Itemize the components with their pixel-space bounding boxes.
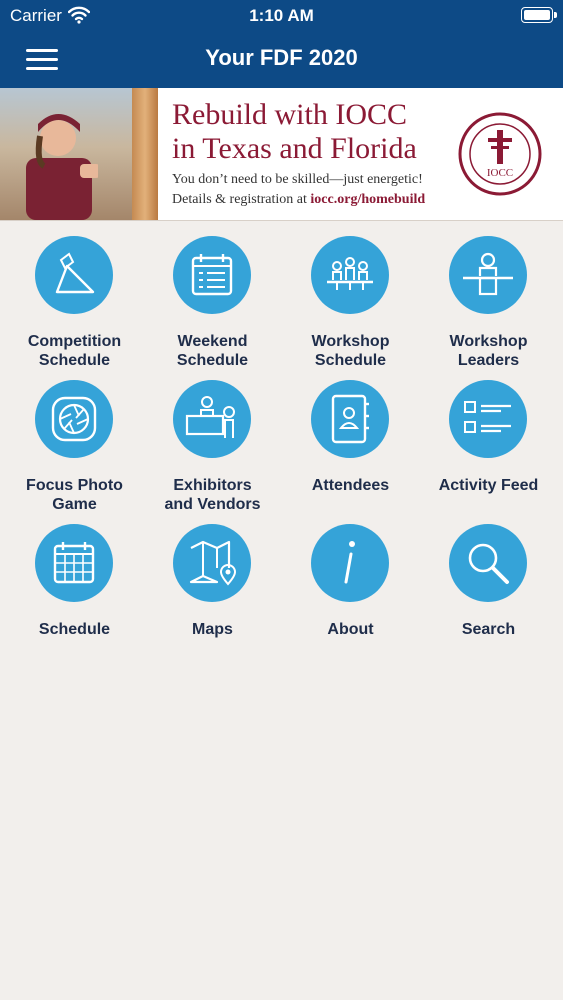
volunteer-figure (26, 114, 98, 220)
tile-label: Maps (192, 621, 233, 638)
iocc-seal-logo: IOCC (458, 112, 542, 196)
nav-bar: Your FDF 2020 (0, 34, 563, 88)
tile-competition-schedule[interactable]: Competition Schedule (6, 220, 143, 369)
tile-workshop-leaders[interactable]: Workshop Leaders (420, 220, 557, 369)
banner-details: Details & registration at iocc.org/homeb… (172, 192, 425, 208)
tile-workshop-schedule[interactable]: Workshop Schedule (282, 220, 419, 369)
banner-details-prefix: Details & registration at (172, 192, 311, 207)
banner-headline-line1: Rebuild with IOCC (172, 98, 408, 131)
booth-icon (173, 380, 251, 458)
tile-weekend-schedule[interactable]: Weekend Schedule (144, 220, 281, 369)
camera-aperture-icon (35, 380, 113, 458)
calendar-grid-icon (35, 524, 113, 602)
page-title: Your FDF 2020 (205, 45, 358, 70)
tile-label: Attendees (311, 477, 390, 494)
tile-label: Search (461, 621, 516, 638)
status-bar: Carrier 1:10 AM (0, 0, 563, 34)
checklist-icon (449, 380, 527, 458)
tile-label: Schedule (38, 621, 111, 638)
address-book-icon (311, 380, 389, 458)
wood-beam (132, 88, 158, 220)
tile-maps[interactable]: Maps (144, 508, 281, 648)
banner-tagline: You don’t need to be skilled—just energe… (172, 172, 423, 187)
tile-search[interactable]: Search (420, 508, 557, 648)
status-time: 1:10 AM (249, 6, 314, 25)
promo-banner[interactable]: Rebuild with IOCC in Texas and Florida Y… (0, 88, 563, 221)
banner-headline-line2: in Texas and Florida (172, 132, 417, 165)
battery-icon (521, 7, 557, 23)
tile-activity-feed[interactable]: Activity Feed (420, 364, 557, 504)
info-icon (311, 524, 389, 602)
calendar-list-icon (173, 236, 251, 314)
tile-exhibitors-vendors[interactable]: Exhibitors and Vendors (144, 364, 281, 513)
tile-schedule[interactable]: Schedule (6, 508, 143, 648)
speaker-podium-icon (449, 236, 527, 314)
seal-abbrev: IOCC (487, 167, 513, 179)
tile-label: Activity Feed (438, 477, 539, 494)
group-table-icon (311, 236, 389, 314)
banner-details-link[interactable]: iocc.org/homebuild (310, 192, 425, 207)
tile-focus-photo-game[interactable]: Focus Photo Game (6, 364, 143, 513)
map-pin-icon (173, 524, 251, 602)
tile-attendees[interactable]: Attendees (282, 364, 419, 504)
tile-label: About (327, 621, 374, 638)
tile-about[interactable]: About (282, 508, 419, 648)
magnifier-icon (449, 524, 527, 602)
competition-icon (35, 236, 113, 314)
volunteer-photo (0, 88, 158, 220)
